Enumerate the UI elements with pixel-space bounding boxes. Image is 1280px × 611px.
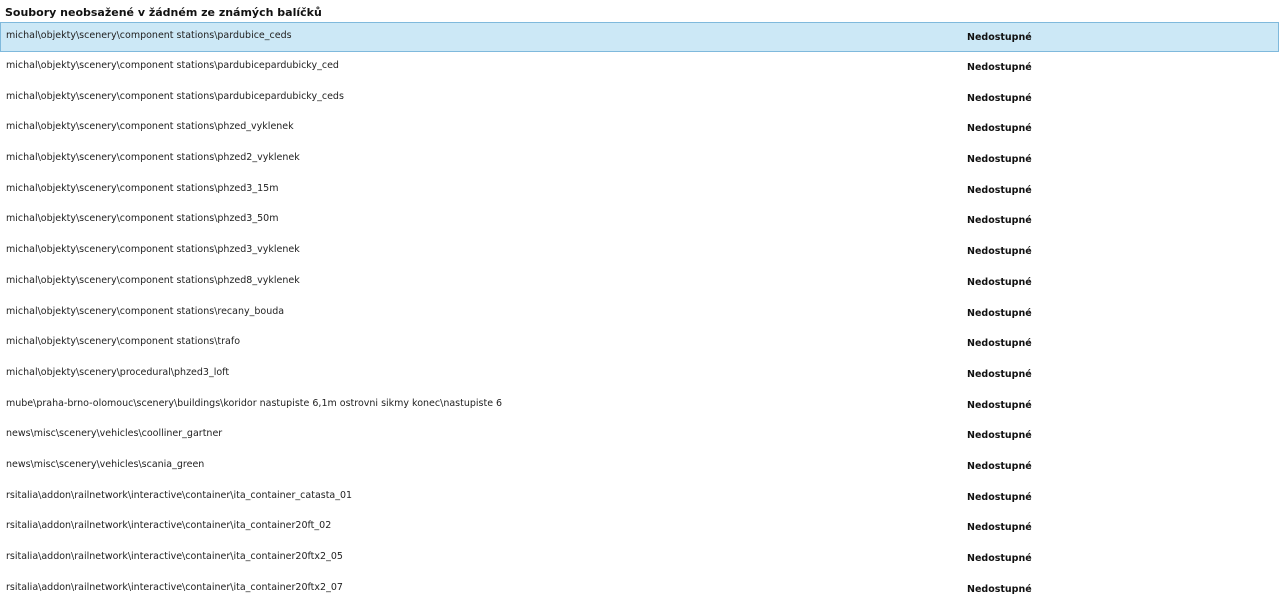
file-path: michal\objekty\scenery\component station…	[6, 336, 241, 348]
file-path: michal\objekty\scenery\component station…	[6, 244, 300, 256]
file-list[interactable]: michal\objekty\scenery\component station…	[0, 22, 1280, 604]
list-item[interactable]: michal\objekty\scenery\component station…	[0, 22, 1279, 52]
list-item[interactable]: michal\objekty\scenery\component station…	[0, 205, 1279, 236]
file-path: mube\praha-brno-olomouc\scenery\building…	[6, 397, 503, 409]
file-path: michal\objekty\scenery\component station…	[6, 60, 339, 71]
availability-status: Nedostupné	[967, 62, 1032, 73]
file-path: michal\objekty\scenery\component station…	[6, 30, 292, 41]
list-item[interactable]: mube\praha-brno-olomouc\scenery\building…	[0, 390, 1279, 421]
list-item[interactable]: rsitalia\addon\railnetwork\interactive\c…	[0, 512, 1279, 543]
file-path: michal\objekty\scenery\component station…	[6, 152, 300, 164]
file-path: news\misc\scenery\vehicles\coolliner_gar…	[6, 428, 223, 440]
availability-status: Nedostupné	[967, 154, 1032, 166]
list-item[interactable]: news\misc\scenery\vehicles\scania_green N…	[0, 451, 1279, 482]
availability-status: Nedostupné	[967, 276, 1032, 288]
file-path: rsitalia\addon\railnetwork\interactive\c…	[6, 520, 332, 532]
list-item[interactable]: michal\objekty\scenery\component station…	[0, 267, 1279, 298]
file-path: rsitalia\addon\railnetwork\interactive\c…	[6, 581, 343, 593]
list-item[interactable]: michal\objekty\scenery\component station…	[0, 52, 1279, 83]
list-item[interactable]: rsitalia\addon\railnetwork\interactive\c…	[0, 482, 1279, 513]
file-path: michal\objekty\scenery\component station…	[6, 305, 285, 317]
availability-status: Nedostupné	[967, 123, 1032, 135]
availability-status: Nedostupné	[967, 522, 1032, 534]
availability-status: Nedostupné	[967, 307, 1032, 319]
file-path: news\misc\scenery\vehicles\scania_green	[6, 458, 205, 470]
list-item[interactable]: michal\objekty\scenery\component station…	[0, 175, 1279, 206]
list-item[interactable]: rsitalia\addon\railnetwork\interactive\c…	[0, 574, 1279, 605]
list-item[interactable]: rsitalia\addon\railnetwork\interactive\c…	[0, 543, 1279, 574]
list-item[interactable]: michal\objekty\scenery\component station…	[0, 83, 1279, 114]
file-path: michal\objekty\scenery\procedural\phzed3…	[6, 366, 230, 378]
availability-status: Nedostupné	[967, 491, 1032, 503]
file-path: michal\objekty\scenery\component station…	[6, 121, 294, 133]
availability-status: Nedostupné	[967, 583, 1032, 595]
file-path: michal\objekty\scenery\component station…	[6, 182, 279, 194]
availability-status: Nedostupné	[967, 92, 1032, 104]
file-path: rsitalia\addon\railnetwork\interactive\c…	[6, 489, 353, 501]
availability-status: Nedostupné	[967, 430, 1032, 442]
availability-status: Nedostupné	[967, 215, 1032, 227]
list-item[interactable]: michal\objekty\scenery\component station…	[0, 298, 1279, 329]
availability-status: Nedostupné	[967, 368, 1032, 380]
list-item[interactable]: michal\objekty\scenery\component station…	[0, 236, 1279, 267]
list-item[interactable]: news\misc\scenery\vehicles\coolliner_gar…	[0, 420, 1279, 451]
availability-status: Nedostupné	[967, 246, 1032, 258]
file-path: rsitalia\addon\railnetwork\interactive\c…	[6, 551, 343, 562]
availability-status: Nedostupné	[967, 460, 1032, 472]
availability-status: Nedostupné	[967, 338, 1032, 350]
list-item[interactable]: michal\objekty\scenery\component station…	[0, 328, 1279, 359]
availability-status: Nedostupné	[967, 32, 1032, 43]
file-path: michal\objekty\scenery\component station…	[6, 274, 300, 286]
unpackaged-files-panel: Soubory neobsažené v žádném ze známých b…	[0, 0, 1280, 611]
file-path: michal\objekty\scenery\component station…	[6, 90, 344, 102]
list-item[interactable]: michal\objekty\scenery\component station…	[0, 144, 1279, 175]
availability-status: Nedostupné	[967, 399, 1032, 411]
file-path: michal\objekty\scenery\component station…	[6, 213, 279, 225]
availability-status: Nedostupné	[967, 553, 1032, 564]
list-item[interactable]: michal\objekty\scenery\procedural\phzed3…	[0, 359, 1279, 390]
availability-status: Nedostupné	[967, 184, 1032, 196]
list-item[interactable]: michal\objekty\scenery\component station…	[0, 113, 1279, 144]
section-heading: Soubory neobsažené v žádném ze známých b…	[5, 6, 322, 19]
